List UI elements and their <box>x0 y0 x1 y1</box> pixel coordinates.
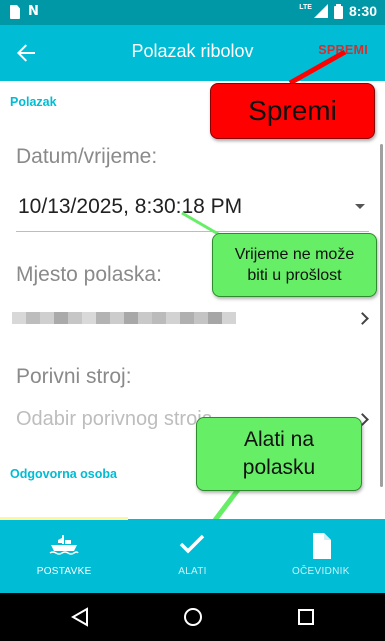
tab-label-alati: ALATI <box>178 566 207 577</box>
datetime-picker[interactable]: 10/13/2025, 8:30:18 PM <box>18 195 242 219</box>
time-tooltip: Vrijeme ne može biti u prošlost <box>212 233 377 297</box>
motor-select[interactable]: Odabir porivnog stroja <box>16 408 213 431</box>
boat-icon <box>49 535 79 555</box>
save-button[interactable]: SPREMI <box>318 43 368 57</box>
place-chevron-icon[interactable] <box>356 312 369 325</box>
scrollbar[interactable] <box>380 144 383 487</box>
active-tab-indicator <box>0 517 128 520</box>
motor-label: Porivni stroj: <box>16 365 132 388</box>
datetime-label: Datum/vrijeme: <box>16 145 158 168</box>
save-tooltip: Spremi <box>210 83 375 139</box>
document-icon <box>312 533 331 559</box>
section-header-departure: Polazak <box>10 95 57 109</box>
nav-back-button[interactable] <box>68 605 92 629</box>
signal-icon <box>313 4 328 18</box>
tab-postavke[interactable]: POSTAVKE <box>0 519 128 593</box>
recents-square-icon <box>298 609 314 625</box>
clock: 8:30 <box>348 3 377 19</box>
system-nav-bar <box>0 593 385 641</box>
n-notification-icon: N <box>28 4 39 19</box>
status-bar: N LTE 8:30 <box>0 0 385 25</box>
back-triangle-icon <box>71 607 88 627</box>
tools-tooltip: Alati na polasku <box>196 417 362 491</box>
status-right: LTE 8:30 <box>299 3 377 19</box>
tab-label-ocevidnik: OČEVIDNIK <box>291 566 350 577</box>
network-type: LTE <box>299 4 312 11</box>
battery-icon <box>333 3 343 19</box>
status-left: N <box>10 4 39 20</box>
tools-tooltip-line1: Alati na <box>243 428 315 451</box>
app-bar: Polazak ribolov SPREMI <box>0 25 385 81</box>
tab-label-postavke: POSTAVKE <box>36 566 92 577</box>
section-header-responsible: Odgovorna osoba <box>10 467 117 481</box>
nav-recents-button[interactable] <box>294 605 318 629</box>
place-label: Mjesto polaska: <box>16 263 162 286</box>
time-tooltip-line2: biti u prošlost <box>247 267 342 284</box>
nav-home-button[interactable] <box>181 605 205 629</box>
bottom-tab-bar: POSTAVKE ALATI OČEVIDNIK <box>0 519 385 593</box>
sim-card-icon <box>10 5 20 19</box>
tab-ocevidnik[interactable]: OČEVIDNIK <box>257 519 385 593</box>
tab-alati[interactable]: ALATI <box>128 519 256 593</box>
home-circle-icon <box>184 608 202 626</box>
checkmark-icon <box>180 534 205 554</box>
place-value-redacted[interactable] <box>12 312 236 324</box>
time-tooltip-line1: Vrijeme ne može <box>234 246 355 263</box>
datetime-underline <box>16 231 369 232</box>
dropdown-arrow-icon[interactable] <box>355 204 365 209</box>
tools-tooltip-line2: polasku <box>242 456 316 479</box>
